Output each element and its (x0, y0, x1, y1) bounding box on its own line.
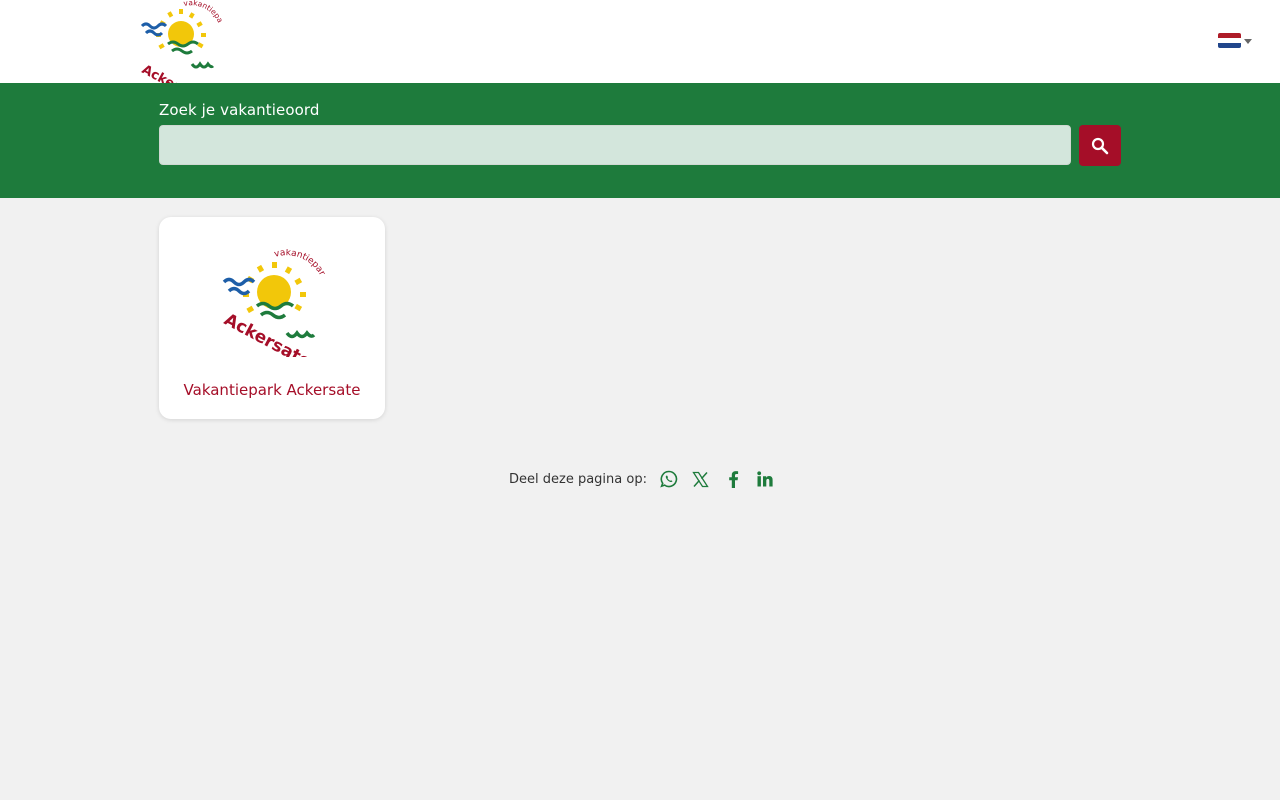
share-label: Deel deze pagina op: (509, 471, 647, 487)
share-bar: Deel deze pagina op: (509, 466, 781, 492)
ackersate-logo-icon: vakantiepark Ackersate (218, 242, 326, 372)
search-label: Zoek je vakantieoord (159, 101, 320, 119)
facebook-icon[interactable] (717, 466, 749, 492)
search-section: Zoek je vakantieoord (0, 83, 1280, 198)
flag-nl-icon (1218, 32, 1241, 48)
top-header: vakantiepark Ackersate (0, 0, 1280, 110)
park-logo: vakantiepark Ackersate (218, 242, 326, 372)
x-icon[interactable] (685, 466, 717, 492)
linkedin-icon[interactable] (749, 466, 781, 492)
language-selector[interactable] (1218, 32, 1252, 48)
svg-text:Ackersate: Ackersate (221, 310, 314, 357)
park-card[interactable]: vakantiepark Ackersate Vakantiepark Acke (159, 217, 385, 419)
ackersate-logo-icon: vakantiepark Ackersate (136, 0, 225, 110)
site-logo[interactable]: vakantiepark Ackersate (136, 0, 225, 110)
park-card-title[interactable]: Vakantiepark Ackersate (159, 381, 385, 399)
search-icon (1091, 137, 1109, 154)
whatsapp-icon[interactable] (653, 466, 685, 492)
caret-down-icon (1244, 38, 1252, 44)
search-button[interactable] (1079, 125, 1121, 166)
search-input[interactable] (159, 125, 1071, 165)
